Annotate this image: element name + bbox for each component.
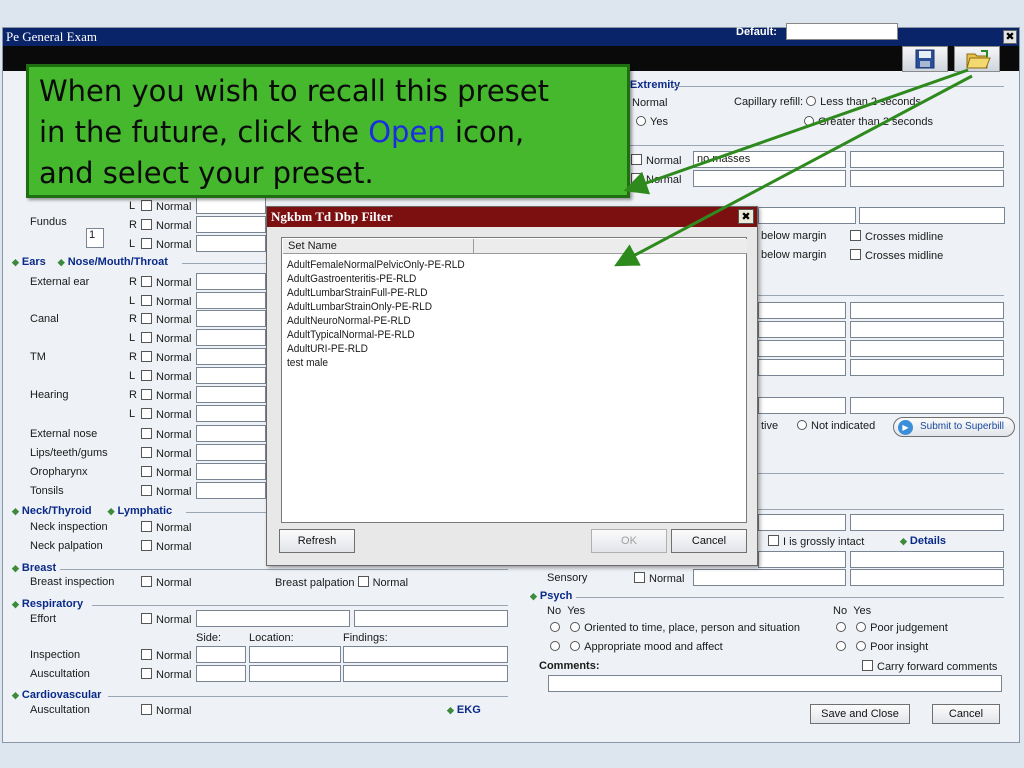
callout-arrows xyxy=(614,68,973,267)
arrow-to-list xyxy=(614,74,973,267)
arrow-to-callout xyxy=(623,68,969,195)
